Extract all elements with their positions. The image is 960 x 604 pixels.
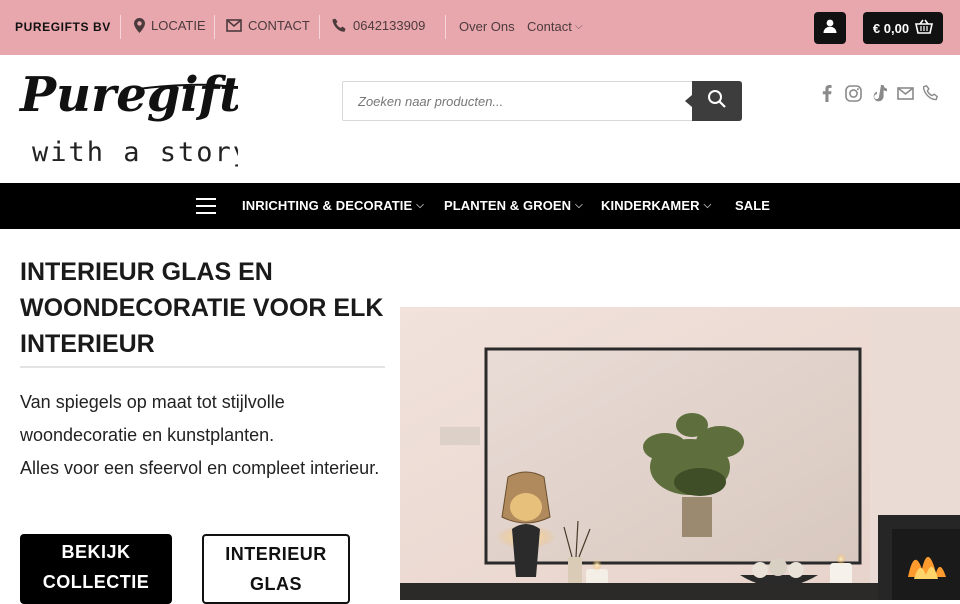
search-form: [342, 81, 742, 121]
hero-title: INTERIEUR GLAS EN WOONDECORATIE VOOR ELK…: [20, 258, 384, 358]
logo-tagline-text: with a story: [32, 137, 238, 168]
cart-button[interactable]: € 0,00: [863, 12, 943, 44]
phone-link[interactable]: 0642133909: [332, 18, 425, 33]
social-links: [818, 83, 940, 103]
phone-number: 0642133909: [353, 18, 426, 33]
chevron-down-icon: ⌵: [703, 200, 712, 211]
nav-item-sale[interactable]: SALE: [735, 198, 770, 213]
nav-item-label: PLANTEN & GROEN: [444, 198, 572, 213]
over-ons-link[interactable]: Over Ons: [459, 19, 515, 34]
facebook-icon[interactable]: [818, 83, 836, 103]
nav-item-inrichting-decoratie[interactable]: INRICHTING & DECORATIE ⌵: [242, 198, 424, 213]
map-pin-icon: [134, 18, 145, 33]
location-link[interactable]: LOCATIE: [134, 18, 206, 33]
top-bar: PUREGIFTS BV LOCATIE CONTACT 0642133909 …: [0, 0, 960, 55]
site-header: Puregifts with a story: [0, 55, 960, 183]
divider: [319, 15, 320, 39]
shopping-basket-icon: [915, 19, 934, 37]
chevron-down-icon: ⌵: [416, 200, 424, 211]
nav-item-kinderkamer[interactable]: KINDERKAMER ⌵: [601, 198, 711, 213]
hero-text-line: Van spiegels op maat tot stijlvolle woon…: [20, 392, 285, 445]
location-label: LOCATIE: [151, 18, 206, 33]
divider: [445, 15, 446, 39]
over-ons-label: Over Ons: [459, 19, 515, 34]
divider: [20, 366, 385, 368]
contact-link[interactable]: CONTACT: [226, 18, 310, 33]
menu-icon[interactable]: [196, 198, 216, 214]
nav-item-label: KINDERKAMER: [601, 198, 700, 213]
search-input[interactable]: [343, 82, 693, 120]
account-button[interactable]: [814, 12, 846, 44]
company-name: PUREGIFTS BV: [15, 20, 111, 34]
hero-text-line: Alles voor een sfeervol en compleet inte…: [20, 458, 380, 478]
search-icon: [707, 89, 727, 114]
chevron-down-icon: ⌵: [574, 21, 583, 32]
logo-main-text: Puregifts: [18, 67, 238, 123]
site-logo[interactable]: Puregifts with a story: [18, 63, 268, 175]
chevron-down-icon: ⌵: [575, 200, 583, 211]
tiktok-icon[interactable]: [870, 83, 888, 103]
search-button[interactable]: [685, 81, 742, 121]
user-icon: [823, 19, 837, 38]
view-collection-button[interactable]: BEKIJK COLLECTIE: [20, 534, 172, 604]
main-navigation: INRICHTING & DECORATIE ⌵ PLANTEN & GROEN…: [0, 183, 960, 229]
phone-icon: [332, 18, 347, 33]
hero-description: Van spiegels op maat tot stijlvolle woon…: [20, 386, 390, 485]
nav-item-planten-groen[interactable]: PLANTEN & GROEN ⌵: [444, 198, 583, 213]
cart-total: € 0,00: [872, 20, 910, 36]
divider: [120, 15, 121, 39]
envelope-icon[interactable]: [896, 83, 914, 103]
instagram-icon[interactable]: [844, 83, 862, 103]
nav-item-label: INRICHTING & DECORATIE: [242, 198, 413, 213]
nav-item-label: SALE: [735, 198, 771, 213]
phone-icon[interactable]: [922, 83, 940, 103]
hero-image: [400, 307, 960, 600]
contact-menu-link[interactable]: Contact ⌵: [527, 19, 582, 34]
interior-glass-button[interactable]: INTERIEUR GLAS: [202, 534, 350, 604]
envelope-icon: [226, 19, 242, 32]
divider: [214, 15, 215, 39]
contact-menu-label: Contact: [527, 19, 572, 34]
contact-label: CONTACT: [248, 18, 310, 33]
